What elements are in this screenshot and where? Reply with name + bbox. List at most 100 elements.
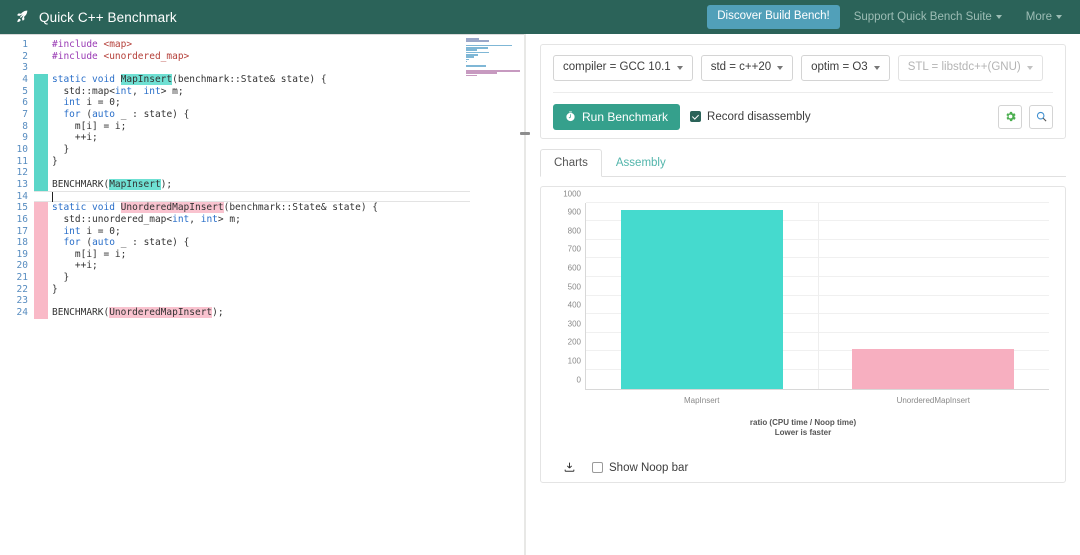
nav-support-quick-bench-suite[interactable]: Support Quick Bench Suite	[844, 5, 1012, 29]
option-label: std = c++20	[710, 61, 772, 73]
line-number: 1	[22, 39, 28, 50]
option-dropdown-2[interactable]: optim = O3	[801, 55, 890, 81]
code-line[interactable]: 9 ++i;	[0, 132, 524, 144]
benchmark-marker	[34, 62, 48, 74]
code-line[interactable]: 21 }	[0, 272, 524, 284]
code-line[interactable]: 22}	[0, 283, 524, 296]
code-line[interactable]: 12	[0, 167, 524, 179]
code-line[interactable]: 13 BENCHMARK(MapInsert);	[0, 178, 524, 191]
brand[interactable]: Quick C++ Benchmark	[8, 9, 177, 25]
line-number: 21	[16, 272, 28, 284]
benchmark-marker	[34, 295, 48, 308]
download-icon[interactable]	[563, 461, 576, 474]
nav-more[interactable]: More	[1016, 5, 1072, 29]
chart-bar[interactable]	[620, 210, 783, 389]
code-line[interactable]: 6 int i = 0;	[0, 97, 524, 109]
pane-splitter[interactable]	[520, 34, 530, 555]
code-line[interactable]: 15 static void UnorderedMapInsert(benchma…	[0, 202, 524, 214]
y-axis-tick: 600	[567, 263, 581, 273]
code-text: BENCHMARK(MapInsert);	[52, 178, 173, 190]
code-line[interactable]: 16 std::unordered_map<int, int> m;	[0, 213, 524, 226]
code-text: for (auto _ : state) {	[63, 108, 190, 120]
splitter-handle[interactable]	[520, 132, 530, 135]
code-line[interactable]: 24 BENCHMARK(UnorderedMapInsert);	[0, 307, 524, 319]
stopwatch-icon	[566, 111, 575, 122]
y-axis-tick: 400	[567, 300, 581, 310]
line-number: 16	[16, 213, 28, 225]
chart-card: 0 100 200 300 400 500 600 700 800 900 1000 MapInser…	[540, 185, 1066, 484]
code-line[interactable]: 11}	[0, 155, 524, 168]
code-editor-pane[interactable]: 1 #include <map> 2 #include <unordered_map>…	[0, 34, 524, 555]
benchmark-marker	[34, 85, 48, 98]
line-number: 24	[16, 307, 28, 319]
editor-minimap[interactable]	[462, 38, 524, 76]
code-text: int i = 0;	[63, 225, 121, 237]
tab-assembly[interactable]: Assembly	[602, 149, 680, 177]
option-dropdown-1[interactable]: std = c++20	[700, 55, 794, 81]
benchmark-marker	[34, 213, 48, 226]
line-number: 5	[22, 85, 28, 97]
chart-bar[interactable]	[852, 349, 1015, 389]
code-line[interactable]: 17 int i = 0;	[0, 225, 524, 238]
code-line[interactable]: 2 #include <unordered_map>	[0, 51, 524, 63]
code-line[interactable]: 20 ++i;	[0, 260, 524, 273]
show-noop-bar-checkbox[interactable]: Show Noop bar	[592, 462, 688, 474]
nav-support-label: Support Quick Bench Suite	[853, 11, 992, 23]
results-tabs: Charts Assembly	[540, 148, 1066, 177]
benchmark-marker	[34, 108, 48, 121]
benchmark-marker	[34, 73, 48, 86]
share-gear-icon-button[interactable]	[998, 104, 1022, 129]
run-benchmark-button[interactable]: Run Benchmark	[553, 103, 681, 130]
record-disassembly-box[interactable]	[690, 111, 702, 122]
x-axis-label: UnorderedMapInsert	[896, 395, 970, 405]
code-text: ++i;	[52, 260, 98, 272]
line-number: 13	[16, 178, 28, 190]
code-line[interactable]: 1 #include <map>	[0, 39, 524, 51]
benchmark-marker	[34, 167, 48, 179]
code-text: }	[52, 143, 70, 155]
code-line[interactable]: 23	[0, 295, 524, 308]
benchmark-marker	[34, 143, 48, 156]
discover-build-bench-button[interactable]: Discover Build Bench!	[707, 5, 840, 29]
code-line[interactable]: 8 m[i] = i;	[0, 120, 524, 133]
y-axis-tick: 100	[567, 356, 581, 366]
inspect-magnifier-icon-button[interactable]	[1029, 104, 1053, 129]
tab-charts[interactable]: Charts	[540, 148, 602, 177]
y-axis-tick: 200	[567, 337, 581, 347]
line-number: 10	[16, 143, 28, 155]
benchmark-chart[interactable]: 0 100 200 300 400 500 600 700 800 900 1000 MapInser…	[549, 189, 1057, 412]
code-line[interactable]: 7 for (auto _ : state) {	[0, 108, 524, 121]
benchmark-marker	[34, 237, 48, 249]
show-noop-bar-box[interactable]	[592, 462, 603, 474]
show-noop-bar-label: Show Noop bar	[609, 461, 689, 474]
line-number: 9	[22, 132, 28, 144]
run-benchmark-label: Run Benchmark	[582, 109, 669, 124]
minimap-line	[466, 74, 478, 76]
benchmark-marker	[34, 225, 48, 238]
record-disassembly-label: Record disassembly	[707, 110, 811, 123]
code-editor[interactable]: 1 #include <map> 2 #include <unordered_map>…	[0, 35, 524, 319]
code-line[interactable]: 19 m[i] = i;	[0, 248, 524, 261]
code-line[interactable]: 4 static void MapInsert(benchmark::State&…	[0, 73, 524, 86]
benchmark-marker	[34, 39, 48, 51]
minimap-line	[466, 65, 486, 67]
code-text: int i = 0;	[63, 97, 121, 109]
record-disassembly-checkbox[interactable]: Record disassembly	[690, 111, 811, 123]
option-dropdown-0[interactable]: compiler = GCC 10.1	[553, 55, 693, 81]
text-caret	[52, 191, 53, 202]
code-line[interactable]: 5 std::map<int, int> m;	[0, 85, 524, 98]
chevron-down-icon	[676, 65, 683, 70]
code-line[interactable]: 18 for (auto _ : state) {	[0, 237, 524, 249]
line-number: 11	[16, 155, 28, 167]
code-text: #include <unordered_map>	[52, 50, 190, 62]
line-number: 2	[22, 50, 28, 62]
minimap-line	[466, 40, 489, 42]
y-axis-tick: 300	[567, 319, 581, 329]
y-axis-tick: 1000	[563, 189, 581, 198]
run-row: Run Benchmark Record disassembly	[553, 91, 1053, 130]
build-options-row: compiler = GCC 10.1 std = c++20 optim = O3…	[553, 55, 1053, 81]
code-line[interactable]: 10 }	[0, 143, 524, 156]
code-line[interactable]: 3	[0, 62, 524, 74]
nav-more-label: More	[1025, 11, 1052, 23]
